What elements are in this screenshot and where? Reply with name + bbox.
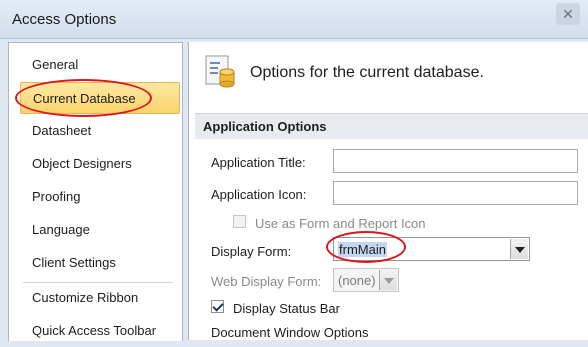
section-title: Application Options [203,119,327,134]
app-title-label: Application Title: [211,155,306,170]
web-display-form-label: Web Display Form: [211,274,322,289]
nav-item-datasheet[interactable]: Datasheet [20,115,180,147]
display-status-bar-checkbox[interactable] [211,300,224,313]
options-content: Options for the current database. Applic… [188,42,588,340]
web-display-form-select[interactable]: (none) [333,268,399,292]
chevron-down-icon[interactable] [379,270,397,290]
nav-item-proofing[interactable]: Proofing [20,181,180,213]
display-form-label: Display Form: [211,244,292,259]
use-as-icon-checkbox[interactable] [233,215,246,228]
options-nav: General Current Database Datasheet Objec… [8,42,183,341]
nav-item-customize-ribbon[interactable]: Customize Ribbon [20,282,180,314]
use-as-icon-label: Use as Form and Report Icon [255,216,426,231]
app-title-input[interactable] [333,149,578,173]
display-status-bar-label: Display Status Bar [233,301,340,316]
database-options-icon [205,55,235,88]
display-form-select[interactable]: frmMain [333,237,530,261]
nav-item-current-database[interactable]: Current Database [20,82,180,114]
window-title: Access Options [12,11,117,28]
nav-item-client-settings[interactable]: Client Settings [20,247,180,279]
section-header: Application Options [195,113,588,139]
document-window-options-label: Document Window Options [211,325,369,340]
page-header: Options for the current database. [250,64,484,81]
display-form-selected-text: frmMain [338,242,387,257]
app-icon-label: Application Icon: [211,187,307,202]
nav-item-object-designers[interactable]: Object Designers [20,148,180,180]
close-icon[interactable]: ✕ [556,3,580,25]
title-bar: Access Options ✕ [0,0,588,39]
display-form-value: frmMain [338,242,387,257]
chevron-down-icon[interactable] [510,239,528,259]
nav-item-general[interactable]: General [20,49,180,81]
nav-item-language[interactable]: Language [20,214,180,246]
app-icon-input[interactable] [333,181,578,205]
web-display-form-value: (none) [338,273,376,288]
nav-item-quick-access-toolbar[interactable]: Quick Access Toolbar [20,315,180,347]
